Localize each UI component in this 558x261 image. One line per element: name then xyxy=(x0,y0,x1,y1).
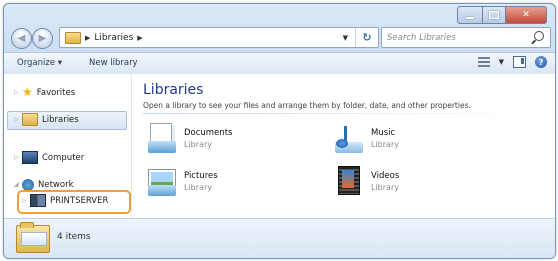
library-label: Pictures Library xyxy=(184,166,218,192)
expand-arrow-icon[interactable]: ▷ xyxy=(14,154,22,161)
pictures-library-icon xyxy=(148,166,176,196)
maximize-icon xyxy=(489,11,499,19)
library-name: Videos xyxy=(371,171,400,181)
organize-button[interactable]: Organize ▾ xyxy=(17,58,62,68)
new-library-button[interactable]: New library xyxy=(89,58,138,68)
search-placeholder: Search Libraries xyxy=(387,32,456,43)
documents-library-icon xyxy=(148,123,176,153)
sidebar-item-label: Libraries xyxy=(42,114,79,125)
library-name: Pictures xyxy=(184,171,218,181)
library-type: Library xyxy=(371,183,399,192)
library-name: Documents xyxy=(184,128,233,138)
computer-icon xyxy=(22,151,38,164)
back-button[interactable]: ◀ xyxy=(11,28,32,49)
network-icon xyxy=(22,178,34,191)
library-label: Videos Library xyxy=(371,166,399,192)
library-type: Library xyxy=(184,183,212,192)
library-item-videos[interactable]: Videos Library xyxy=(335,166,399,196)
sidebar-item-libraries[interactable]: ▷ Libraries xyxy=(14,112,79,127)
library-icon xyxy=(22,113,38,126)
videos-library-icon xyxy=(335,166,363,196)
explorer-window: ✕ ◀ ▶ ▶ Libraries ▶ ▼ ↻ Search Libraries… xyxy=(3,3,556,259)
navigation-row: ◀ ▶ ▶ Libraries ▶ ▼ ↻ Search Libraries xyxy=(4,24,555,50)
navigation-pane: ▷ ★ Favorites ▷ Libraries ▷ Computer ◢ N… xyxy=(4,74,132,218)
refresh-icon: ↻ xyxy=(362,31,372,44)
library-type: Library xyxy=(371,140,399,149)
page-subtitle: Open a library to see your files and arr… xyxy=(143,101,471,110)
star-icon: ★ xyxy=(22,85,33,99)
change-view-icon[interactable] xyxy=(477,57,490,67)
library-type: Library xyxy=(184,140,212,149)
breadcrumb-separator[interactable]: ▶ xyxy=(85,34,90,42)
printserver-highlight xyxy=(17,190,131,214)
sidebar-item-computer[interactable]: ▷ Computer xyxy=(14,150,84,165)
music-library-icon xyxy=(335,123,363,153)
library-content: Libraries Open a library to see your fil… xyxy=(132,74,555,218)
chevron-down-icon[interactable]: ▼ xyxy=(343,34,348,42)
minimize-icon xyxy=(466,17,474,19)
expand-arrow-icon[interactable]: ▷ xyxy=(14,116,22,123)
address-bar[interactable]: ▶ Libraries ▶ ▼ ↻ xyxy=(59,27,379,48)
library-item-documents[interactable]: Documents Library xyxy=(148,123,232,153)
forward-arrow-icon: ▶ xyxy=(38,33,47,44)
preview-pane-icon[interactable] xyxy=(513,56,526,68)
library-label: Documents Library xyxy=(184,123,232,149)
search-input[interactable]: Search Libraries xyxy=(381,27,551,48)
refresh-button[interactable]: ↻ xyxy=(355,28,378,47)
sidebar-item-label: Favorites xyxy=(36,87,76,98)
divider xyxy=(143,113,543,114)
library-item-pictures[interactable]: Pictures Library xyxy=(148,166,218,196)
close-button[interactable]: ✕ xyxy=(506,6,547,24)
chevron-down-icon[interactable]: ▼ xyxy=(499,58,504,66)
libraries-folder-icon xyxy=(65,31,81,44)
forward-button[interactable]: ▶ xyxy=(32,28,53,49)
command-bar: Organize ▾ New library ▼ ? xyxy=(4,52,555,75)
page-title: Libraries xyxy=(143,82,204,98)
library-label: Music Library xyxy=(371,123,399,149)
minimize-button[interactable] xyxy=(457,6,483,24)
expand-arrow-icon[interactable]: ▷ xyxy=(14,89,22,96)
sidebar-item-label: Computer xyxy=(42,152,85,163)
maximize-button[interactable] xyxy=(483,6,506,24)
toolbar-icons: ▼ ? xyxy=(477,56,547,68)
back-arrow-icon: ◀ xyxy=(17,33,26,44)
sidebar-item-favorites[interactable]: ▷ ★ Favorites xyxy=(14,85,75,100)
breadcrumb-separator[interactable]: ▶ xyxy=(137,34,142,42)
collapse-arrow-icon[interactable]: ◢ xyxy=(14,181,22,188)
sidebar-item-label: Network xyxy=(38,179,74,190)
library-item-music[interactable]: Music Library xyxy=(335,123,399,153)
breadcrumb-libraries[interactable]: Libraries xyxy=(94,33,133,43)
library-name: Music xyxy=(371,128,396,138)
details-pane: 4 items xyxy=(4,218,555,258)
libraries-folder-icon xyxy=(16,222,50,253)
search-icon[interactable] xyxy=(534,31,544,41)
caption-buttons: ✕ xyxy=(457,6,547,24)
item-count: 4 items xyxy=(57,232,91,242)
help-icon[interactable]: ? xyxy=(535,56,547,68)
